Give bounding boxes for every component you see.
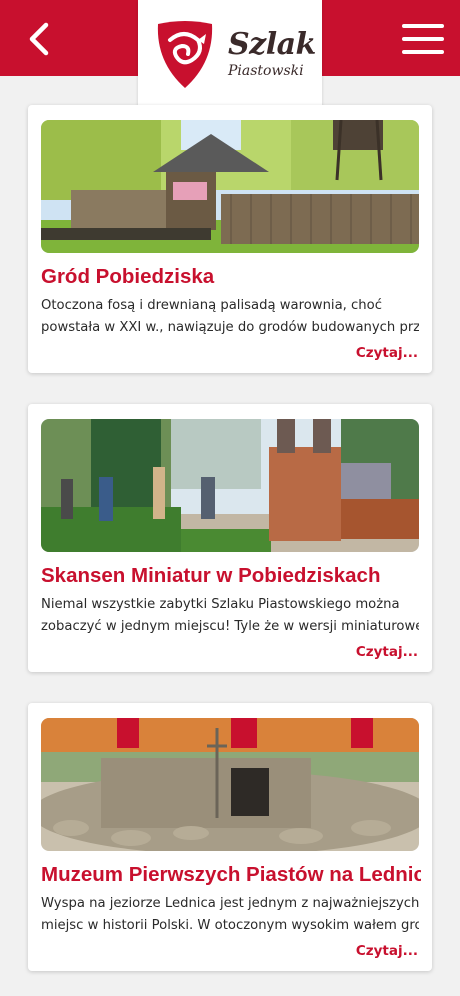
attraction-description: Wyspa na jeziorze Lednica jest jednym z … <box>41 896 419 933</box>
attraction-description: Niemal wszystkie zabytki Szlaku Piastows… <box>41 597 419 634</box>
attraction-title[interactable]: Muzeum Pierwszych Piastów na Lednicy <box>41 863 421 887</box>
attraction-card[interactable]: Skansen Miniatur w Pobiedziskach Niemal … <box>28 404 432 672</box>
hamburger-menu-icon <box>402 24 444 28</box>
read-more-link[interactable]: Czytaj... <box>356 943 418 959</box>
attraction-photo[interactable] <box>41 419 419 552</box>
read-more-link[interactable]: Czytaj... <box>356 345 418 361</box>
attraction-title[interactable]: Skansen Miniatur w Pobiedziskach <box>41 564 421 588</box>
back-button[interactable] <box>14 14 64 64</box>
attraction-photo[interactable] <box>41 718 419 851</box>
attraction-card[interactable]: Muzeum Pierwszych Piastów na Lednicy Wys… <box>28 703 432 971</box>
attraction-title[interactable]: Gród Pobiedziska <box>41 265 421 289</box>
brand-subname: Piastowski <box>228 63 304 79</box>
attraction-photo[interactable] <box>41 120 419 253</box>
menu-button[interactable] <box>398 16 448 62</box>
eagle-shield-icon <box>157 21 213 88</box>
read-more-link[interactable]: Czytaj... <box>356 644 418 660</box>
attraction-card[interactable]: Gród Pobiedziska Otoczona fosą i drewnia… <box>28 105 432 373</box>
brand-logo[interactable]: Szlak Piastowski <box>138 0 322 108</box>
brand-name: Szlak <box>228 27 316 62</box>
attraction-description: Otoczona fosą i drewnianą palisadą warow… <box>41 298 419 335</box>
chevron-left-icon <box>29 22 49 56</box>
